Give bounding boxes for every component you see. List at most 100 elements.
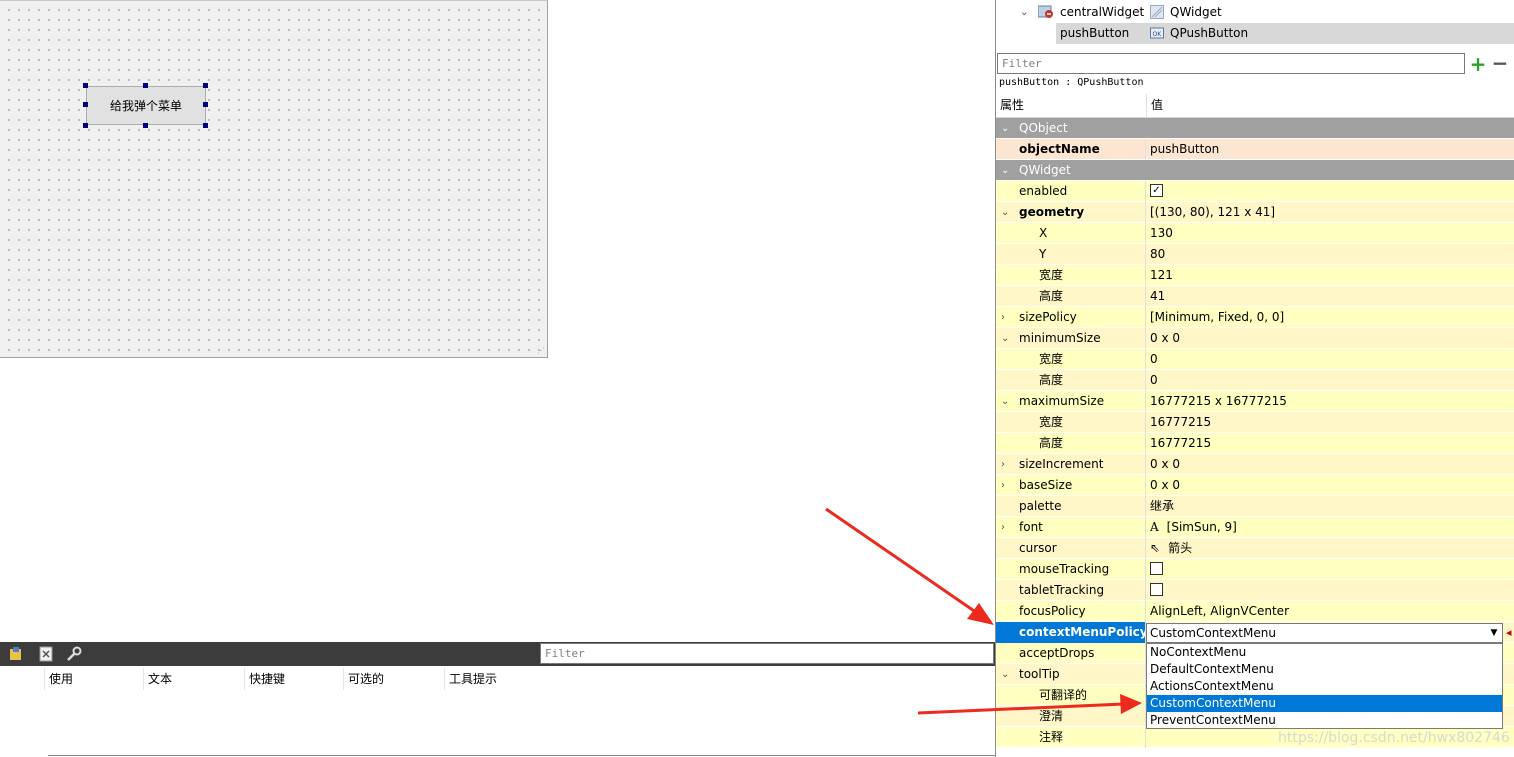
property-value[interactable]: 0 x 0	[1147, 475, 1514, 496]
reset-property-icon[interactable]: ◂	[1506, 626, 1514, 640]
property-row-basesize[interactable]: › baseSize 0 x 0	[996, 475, 1514, 496]
resize-grip-icon[interactable]: ⋰	[537, 347, 545, 355]
property-value[interactable]: 121	[1147, 265, 1514, 286]
property-value[interactable]: ✓	[1147, 181, 1514, 202]
action-filter-input[interactable]: Filter	[540, 643, 994, 664]
property-row-enabled[interactable]: enabled ✓	[996, 181, 1514, 202]
selection-handle[interactable]	[83, 102, 88, 107]
tree-row-push-button[interactable]: pushButton OK QPushButton	[1056, 23, 1514, 44]
property-value[interactable]: AlignLeft, AlignVCenter	[1147, 601, 1514, 622]
property-value[interactable]: 0	[1147, 370, 1514, 391]
selection-handle[interactable]	[203, 102, 208, 107]
dropdown-option-actionscontextmenu[interactable]: ActionsContextMenu	[1147, 678, 1502, 695]
property-value[interactable]: 16777215	[1147, 412, 1514, 433]
selection-handle[interactable]	[143, 123, 148, 128]
property-row-palette[interactable]: palette 继承	[996, 496, 1514, 517]
property-row-cursor[interactable]: cursor ⇖ 箭头	[996, 538, 1514, 559]
svg-text:OK: OK	[1153, 31, 1163, 38]
property-filter-input[interactable]: Filter	[997, 53, 1465, 74]
property-value[interactable]: 16777215	[1147, 433, 1514, 454]
header-value[interactable]: 值	[1147, 94, 1451, 117]
add-property-button[interactable]: +	[1468, 54, 1488, 74]
selection-handle[interactable]	[83, 83, 88, 88]
property-value[interactable]: 80	[1147, 244, 1514, 265]
property-row-geometry[interactable]: ⌄ geometry [(130, 80), 121 x 41]	[996, 202, 1514, 223]
property-value[interactable]: A [SimSun, 9]	[1147, 517, 1514, 538]
property-name: cursor	[996, 538, 1146, 559]
context-menu-policy-combo[interactable]: CustomContextMenu ▼	[1146, 623, 1503, 643]
property-row-min-height[interactable]: 高度 0	[996, 370, 1514, 391]
dropdown-option-defaultcontextmenu[interactable]: DefaultContextMenu	[1147, 661, 1502, 678]
tablettracking-checkbox[interactable]	[1150, 583, 1163, 596]
property-row-max-width[interactable]: 宽度 16777215	[996, 412, 1514, 433]
property-row-focuspolicy[interactable]: focusPolicy AlignLeft, AlignVCenter	[996, 601, 1514, 622]
property-value[interactable]: 0 x 0	[1147, 454, 1514, 475]
property-value[interactable]: [Minimum, Fixed, 0, 0]	[1147, 307, 1514, 328]
property-name: minimumSize	[996, 328, 1146, 349]
property-row-height[interactable]: 高度 41	[996, 286, 1514, 307]
property-row-minimumsize[interactable]: ⌄ minimumSize 0 x 0	[996, 328, 1514, 349]
selection-handle[interactable]	[203, 123, 208, 128]
property-row-mousetracking[interactable]: mouseTracking	[996, 559, 1514, 580]
combo-selected-value: CustomContextMenu	[1150, 626, 1276, 640]
dropdown-option-preventcontextmenu[interactable]: PreventContextMenu	[1147, 712, 1502, 729]
dropdown-arrow-icon[interactable]: ▼	[1488, 624, 1500, 642]
remove-property-button[interactable]: −	[1490, 53, 1510, 74]
property-name: objectName	[996, 139, 1146, 160]
property-value[interactable]: [(130, 80), 121 x 41]	[1147, 202, 1514, 223]
property-object-label: pushButton : QPushButton	[999, 77, 1144, 88]
property-name: X	[996, 223, 1146, 244]
property-row-min-width[interactable]: 宽度 0	[996, 349, 1514, 370]
tree-row-central-widget[interactable]: ⌄ centralWidget QWidget	[996, 2, 1514, 23]
property-row-font[interactable]: › font A [SimSun, 9]	[996, 517, 1514, 538]
wrench-icon[interactable]	[65, 645, 83, 663]
font-value: [SimSun, 9]	[1166, 520, 1237, 534]
property-row-x[interactable]: X 130	[996, 223, 1514, 244]
column-header-checkable[interactable]: 可选的	[343, 668, 444, 690]
property-row-max-height[interactable]: 高度 16777215	[996, 433, 1514, 454]
property-section-qobject[interactable]: ⌄ QObject	[996, 118, 1514, 139]
property-name: QWidget	[1019, 163, 1071, 177]
property-row-sizepolicy[interactable]: › sizePolicy [Minimum, Fixed, 0, 0]	[996, 307, 1514, 328]
column-header-shortcut[interactable]: 快捷键	[244, 668, 345, 690]
property-value[interactable]: ⇖ 箭头	[1147, 538, 1514, 559]
header-property[interactable]: 属性	[996, 94, 1147, 117]
column-header-tooltip[interactable]: 工具提示	[444, 668, 649, 690]
mousetracking-checkbox[interactable]	[1150, 562, 1163, 575]
column-header-used[interactable]: 使用	[44, 668, 145, 690]
property-value[interactable]: 0	[1147, 349, 1514, 370]
property-value[interactable]: pushButton	[1147, 139, 1514, 160]
property-section-qwidget[interactable]: ⌄ QWidget	[996, 160, 1514, 181]
property-row-y[interactable]: Y 80	[996, 244, 1514, 265]
enabled-checkbox[interactable]: ✓	[1150, 184, 1163, 197]
property-row-tablettracking[interactable]: tabletTracking	[996, 580, 1514, 601]
form-design-canvas[interactable]: 给我弹个菜单 ⋰	[0, 0, 548, 358]
property-name: focusPolicy	[996, 601, 1146, 622]
property-value[interactable]: 16777215 x 16777215	[1147, 391, 1514, 412]
property-row-width[interactable]: 宽度 121	[996, 265, 1514, 286]
new-action-icon[interactable]	[7, 645, 25, 663]
property-value[interactable]	[1147, 559, 1514, 580]
column-header-text[interactable]: 文本	[143, 668, 244, 690]
property-value[interactable]: 41	[1147, 286, 1514, 307]
property-name: sizePolicy	[996, 307, 1146, 328]
delete-action-icon[interactable]	[37, 645, 55, 663]
selection-handle[interactable]	[203, 83, 208, 88]
property-value[interactable]: 0 x 0	[1147, 328, 1514, 349]
property-table-header: 属性 值	[996, 94, 1514, 118]
property-row-sizeincrement[interactable]: › sizeIncrement 0 x 0	[996, 454, 1514, 475]
property-value[interactable]	[1147, 580, 1514, 601]
property-row-objectname[interactable]: objectName pushButton	[996, 139, 1514, 160]
property-value[interactable]: 继承	[1147, 496, 1514, 517]
design-push-button[interactable]: 给我弹个菜单	[86, 86, 206, 125]
action-table-header: 使用 文本 快捷键 可选的 工具提示	[0, 668, 995, 690]
selection-handle[interactable]	[83, 123, 88, 128]
dropdown-option-customcontextmenu[interactable]: CustomContextMenu	[1147, 695, 1502, 712]
dropdown-option-nocontextmenu[interactable]: NoContextMenu	[1147, 644, 1502, 661]
selection-handle[interactable]	[143, 83, 148, 88]
property-name: toolTip	[996, 664, 1146, 685]
object-inspector-tree: ⌄ centralWidget QWidget pushButton OK QP…	[996, 0, 1514, 50]
property-row-maximumsize[interactable]: ⌄ maximumSize 16777215 x 16777215	[996, 391, 1514, 412]
property-name: Y	[996, 244, 1146, 265]
property-value[interactable]: 130	[1147, 223, 1514, 244]
